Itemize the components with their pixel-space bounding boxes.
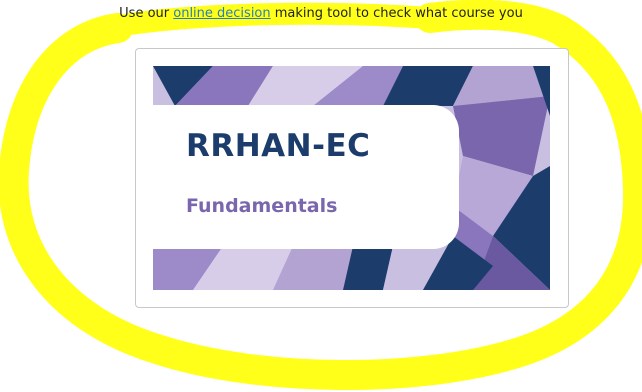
- course-subtitle: Fundamentals: [186, 195, 338, 217]
- intro-text-before: Use our: [119, 6, 174, 21]
- banner-text-panel: [153, 105, 459, 249]
- online-decision-link[interactable]: online decision: [173, 6, 270, 21]
- intro-text-after: making tool to check what course you: [270, 6, 523, 21]
- intro-text: Use our online decision making tool to c…: [0, 6, 642, 21]
- page-stage: Use our online decision making tool to c…: [0, 0, 642, 392]
- course-title: RRHAN-EC: [186, 128, 371, 164]
